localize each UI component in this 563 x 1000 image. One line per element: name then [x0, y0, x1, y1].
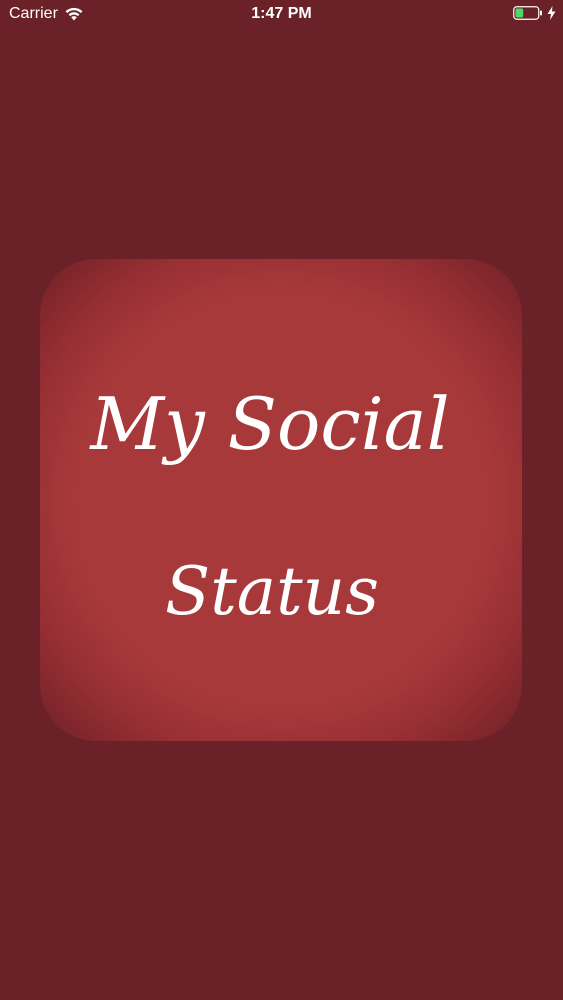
- status-bar: Carrier 1:47 PM: [0, 0, 563, 30]
- logo-title-line-2: Status: [165, 553, 379, 630]
- logo-title-line-1: My Social: [88, 382, 449, 466]
- logo-title: My Social Status: [88, 382, 449, 630]
- battery-level-fill: [515, 8, 524, 18]
- app-logo: My Social Status: [40, 259, 522, 741]
- battery-icon: [513, 6, 542, 20]
- status-time: 1:47 PM: [251, 5, 312, 22]
- charging-bolt-icon: [547, 6, 556, 20]
- battery-group: [513, 6, 556, 20]
